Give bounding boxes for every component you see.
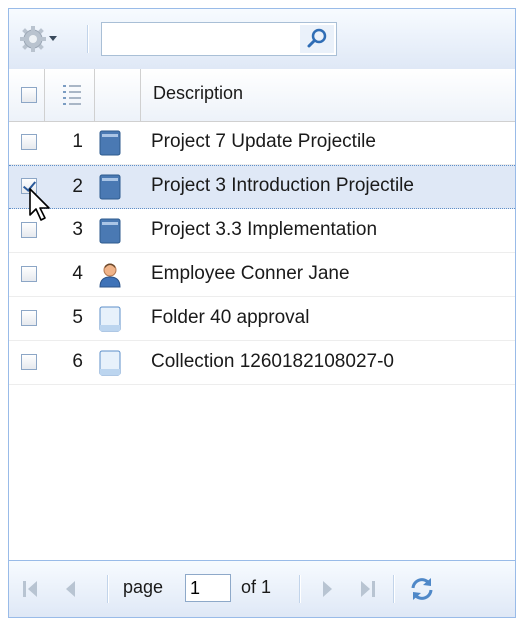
gear-icon [20, 26, 57, 52]
row-checkbox[interactable] [21, 222, 37, 238]
chevron-down-icon [49, 36, 57, 41]
number-column-header[interactable] [45, 69, 95, 121]
table-row[interactable]: 4 Employee Conner Jane [9, 253, 515, 297]
description-column-header[interactable]: Description [141, 69, 515, 121]
project-icon [99, 218, 121, 244]
search-input[interactable] [106, 27, 286, 53]
record-grid: Description 1 Project 7 Update Projectil… [8, 8, 516, 618]
table-row[interactable]: 2 Project 3 Introduction Projectile [9, 165, 515, 209]
table-row[interactable]: 3 Project 3.3 Implementation [9, 209, 515, 253]
page-number-input[interactable] [185, 574, 231, 602]
row-checkbox[interactable] [21, 134, 37, 150]
table-row[interactable]: 6 Collection 1260182108027-0 [9, 341, 515, 385]
grid-toolbar [9, 9, 515, 70]
table-row[interactable]: 5 Folder 40 approval [9, 297, 515, 341]
row-checkbox[interactable] [21, 178, 37, 194]
row-number: 6 [72, 351, 83, 372]
row-description: Project 3.3 Implementation [151, 219, 378, 240]
row-description: Project 7 Update Projectile [151, 131, 376, 152]
row-checkbox[interactable] [21, 266, 37, 282]
previous-page-icon[interactable] [63, 578, 79, 600]
paging-toolbar: page of 1 [9, 560, 515, 617]
project-icon [99, 130, 121, 156]
last-page-icon[interactable] [357, 578, 377, 600]
row-description: Folder 40 approval [151, 307, 310, 328]
document-icon [99, 350, 121, 376]
row-description: Project 3 Introduction Projectile [151, 175, 414, 196]
pager-separator [107, 575, 109, 603]
row-number: 1 [72, 131, 83, 152]
description-header-label: Description [153, 83, 244, 103]
project-icon [99, 174, 121, 200]
grid-header: Description [9, 69, 515, 122]
next-page-icon[interactable] [319, 578, 335, 600]
select-all-checkbox[interactable] [21, 87, 37, 103]
search-field[interactable] [101, 22, 337, 56]
grid-body: 1 Project 7 Update Projectile 2 Project … [9, 121, 515, 385]
row-description: Collection 1260182108027-0 [151, 351, 394, 372]
row-description: Employee Conner Jane [151, 263, 350, 284]
pager-separator [393, 575, 395, 603]
select-all-column[interactable] [9, 69, 45, 121]
page-count-label: of 1 [241, 577, 272, 597]
search-icon [300, 25, 334, 53]
row-number: 3 [72, 219, 83, 240]
first-page-icon[interactable] [21, 578, 41, 600]
row-number: 4 [72, 263, 83, 284]
document-icon [99, 306, 121, 332]
page-label: page [123, 577, 164, 597]
refresh-icon[interactable] [407, 574, 437, 604]
table-row[interactable]: 1 Project 7 Update Projectile [9, 121, 515, 165]
row-number: 2 [72, 176, 83, 197]
gear-menu-button[interactable] [19, 23, 67, 55]
row-number: 5 [72, 307, 83, 328]
toolbar-separator [87, 25, 89, 53]
type-column-header[interactable] [95, 69, 141, 121]
numbered-list-icon [63, 85, 81, 105]
employee-icon [99, 263, 121, 288]
row-checkbox[interactable] [21, 354, 37, 370]
search-button[interactable] [300, 25, 334, 53]
row-checkbox[interactable] [21, 310, 37, 326]
pager-separator [299, 575, 301, 603]
